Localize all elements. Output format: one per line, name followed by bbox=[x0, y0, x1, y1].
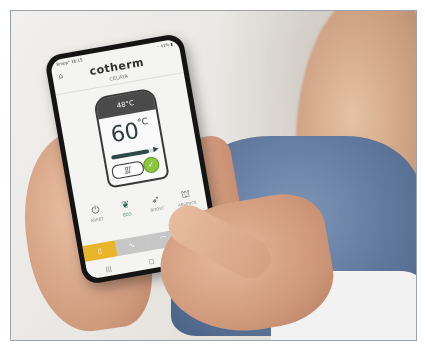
mode-arret[interactable]: ⏻ ARRET bbox=[82, 203, 111, 224]
home-icon[interactable]: ⌂ bbox=[58, 72, 64, 81]
mode-label: BOOST bbox=[149, 205, 165, 213]
bottom-tab-1[interactable]: ∿ bbox=[114, 234, 150, 257]
eco-leaf-icon: ✓ bbox=[142, 155, 161, 175]
temperature-unit: °C bbox=[136, 116, 150, 129]
setpoint-label: 48°C bbox=[95, 89, 156, 120]
mode-label: ECO bbox=[122, 211, 132, 218]
mode-eco[interactable]: ❦ ECO bbox=[112, 198, 141, 219]
water-heater-tank: 48°C 60°C ▶ ∭ ✓ bbox=[92, 87, 170, 189]
bottom-tab-0[interactable]: ▯ bbox=[82, 240, 118, 262]
hot-water-level-fill bbox=[111, 149, 149, 160]
mode-label: ARRET bbox=[90, 216, 105, 224]
photo-frame: Bmpp* 16:15 ◦ 41% ▮ ⌂ cotherm CELAYA 48°… bbox=[10, 10, 417, 341]
tank-icon: ▯ bbox=[97, 246, 103, 256]
chart-icon: ∿ bbox=[128, 241, 136, 250]
temperature-value: 60 bbox=[109, 118, 142, 149]
heating-element-icon: ∭ bbox=[110, 160, 145, 180]
home-button[interactable]: ▢ bbox=[148, 257, 155, 265]
arrow-right-icon: ▶ bbox=[152, 144, 160, 154]
mode-boost[interactable]: ➶ BOOST bbox=[142, 193, 171, 214]
recent-apps-button[interactable]: ||| bbox=[105, 265, 112, 273]
